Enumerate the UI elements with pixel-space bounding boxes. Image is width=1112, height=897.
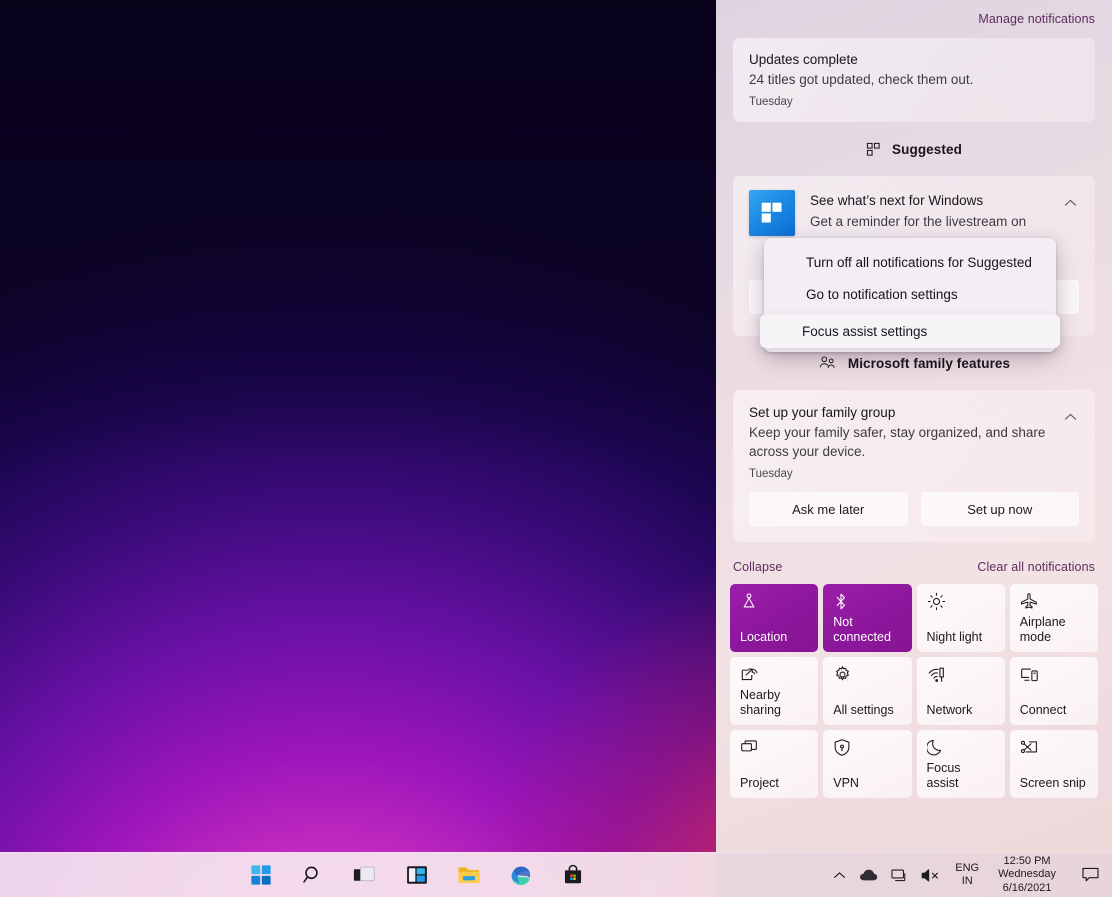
section-header-suggested: Suggested: [716, 122, 1112, 176]
project-icon: [740, 738, 809, 758]
collapse-link[interactable]: Collapse: [733, 560, 782, 574]
quick-action-label: Network: [926, 703, 973, 717]
notification-body: 24 titles got updated, check them out.: [749, 72, 974, 87]
clock-day: Wednesday: [998, 868, 1056, 881]
task-view-button[interactable]: [352, 862, 378, 888]
notifications-list: Updates complete 24 titles got updated, …: [716, 38, 1112, 122]
family-body: Keep your family safer, stay organized, …: [749, 425, 1046, 459]
section-header-label: Suggested: [892, 141, 962, 157]
quick-action-label: Location: [740, 630, 788, 644]
language-indicator[interactable]: ENG IN: [953, 862, 981, 888]
quick-action-tile-project[interactable]: Project: [730, 730, 819, 798]
action-center-footer-links: Collapse Clear all notifications: [716, 550, 1112, 584]
speaker-muted-icon[interactable]: [921, 868, 940, 883]
quick-action-label: Project: [740, 776, 779, 790]
quick-action-label: VPN: [833, 776, 859, 790]
suggested-title: See what’s next for Windows: [810, 193, 984, 208]
family-time: Tuesday: [749, 468, 793, 480]
quick-action-tile-network[interactable]: Network: [916, 657, 1005, 725]
quick-action-tile-all-settings[interactable]: All settings: [823, 657, 912, 725]
section-header-label: Microsoft family features: [847, 355, 1011, 371]
family-title: Set up your family group: [749, 405, 896, 420]
scissors-icon: [1020, 738, 1089, 758]
windows-logo-icon: [749, 190, 795, 236]
nearby-sharing-icon: [740, 665, 809, 685]
quick-action-label: Not connected: [833, 615, 891, 644]
set-up-now-button[interactable]: Set up now: [920, 492, 1079, 526]
connect-icon: [1020, 665, 1089, 685]
airplane-icon: [1020, 592, 1089, 612]
search-button[interactable]: [300, 862, 326, 888]
quick-action-label: Night light: [926, 630, 983, 644]
quick-action-label: Airplane mode: [1019, 615, 1066, 644]
context-menu-item-focus-assist-settings[interactable]: Focus assist settings: [760, 314, 1060, 348]
action-center-panel[interactable]: Manage notifications Updates complete 24…: [716, 0, 1112, 852]
language-primary: ENG: [955, 862, 980, 874]
clock-time: 12:50 PM: [1003, 854, 1051, 867]
cloud-icon[interactable]: [859, 868, 878, 882]
quick-action-tile-not-connected[interactable]: Not connected: [823, 584, 912, 652]
quick-action-label: All settings: [833, 703, 894, 717]
bluetooth-icon: [833, 592, 902, 612]
taskbar: ENG IN 12:50 PM Wednesday 6/16/2021: [0, 852, 1112, 897]
quick-action-label: Nearby sharing: [740, 688, 781, 717]
notification-bubble-icon[interactable]: [1077, 862, 1103, 888]
suggested-body: Get a reminder for the livestream on: [810, 214, 1027, 229]
tiles-icon: [866, 142, 881, 157]
gear-icon: [833, 665, 902, 685]
notification-card-updates-complete[interactable]: Updates complete 24 titles got updated, …: [733, 38, 1095, 122]
family-list: Set up your family group Keep your famil…: [716, 390, 1112, 542]
ask-me-later-button[interactable]: Ask me later: [749, 492, 908, 526]
brightness-icon: [927, 592, 996, 612]
edge-button[interactable]: [508, 862, 534, 888]
context-menu-item-notification-settings[interactable]: Go to notification settings: [764, 278, 1056, 310]
quick-action-tile-nearby-sharing[interactable]: Nearby sharing: [730, 657, 819, 725]
start-button[interactable]: [248, 862, 274, 888]
context-menu-item-turn-off-suggested[interactable]: Turn off all notifications for Suggested: [764, 246, 1056, 278]
notification-time: Tuesday: [749, 96, 793, 108]
chevron-up-icon[interactable]: [1057, 190, 1083, 216]
family-card-buttons: Ask me later Set up now: [749, 492, 1079, 526]
system-tray: ENG IN 12:50 PM Wednesday 6/16/2021: [833, 853, 1112, 897]
moon-icon: [926, 738, 996, 758]
desktop-wallpaper[interactable]: [0, 0, 716, 897]
vpn-shield-icon: [833, 738, 902, 758]
notification-title: Updates complete: [749, 52, 858, 67]
quick-action-label: Connect: [1019, 703, 1067, 717]
taskbar-app-icons: [0, 862, 833, 888]
clock-date: 6/16/2021: [1002, 881, 1052, 894]
language-secondary: IN: [961, 875, 973, 887]
store-button[interactable]: [560, 862, 586, 888]
network-icon[interactable]: [891, 868, 908, 883]
chevron-up-icon[interactable]: [833, 871, 846, 880]
network-icon: [927, 665, 996, 685]
clear-all-notifications-link[interactable]: Clear all notifications: [977, 560, 1095, 574]
file-explorer-button[interactable]: [456, 862, 482, 888]
quick-actions-grid: Location Not connected Night light Airplane…: [716, 584, 1112, 798]
wallpaper-top-shade: [0, 0, 716, 897]
clock[interactable]: 12:50 PM Wednesday 6/16/2021: [994, 855, 1060, 896]
quick-action-tile-night-light[interactable]: Night light: [916, 584, 1005, 652]
quick-action-tile-focus-assist[interactable]: Focus assist: [916, 730, 1005, 798]
notification-card-family-group[interactable]: Set up your family group Keep your famil…: [733, 390, 1095, 542]
quick-action-tile-vpn[interactable]: VPN: [823, 730, 912, 798]
manage-notifications-row: Manage notifications: [716, 0, 1112, 38]
widgets-button[interactable]: [404, 862, 430, 888]
people-icon: [818, 355, 837, 371]
quick-action-tile-screen-snip[interactable]: Screen snip: [1009, 730, 1098, 798]
quick-action-label: Focus assist: [926, 761, 961, 790]
quick-action-label: Screen snip: [1019, 776, 1086, 790]
chevron-up-icon[interactable]: [1057, 404, 1083, 430]
quick-action-tile-connect[interactable]: Connect: [1009, 657, 1098, 725]
quick-action-tile-airplane-mode[interactable]: Airplane mode: [1009, 584, 1098, 652]
quick-action-tile-location[interactable]: Location: [730, 584, 819, 652]
location-icon: [740, 592, 809, 612]
notification-context-menu[interactable]: Turn off all notifications for Suggested…: [760, 238, 1060, 352]
manage-notifications-link[interactable]: Manage notifications: [978, 12, 1095, 26]
